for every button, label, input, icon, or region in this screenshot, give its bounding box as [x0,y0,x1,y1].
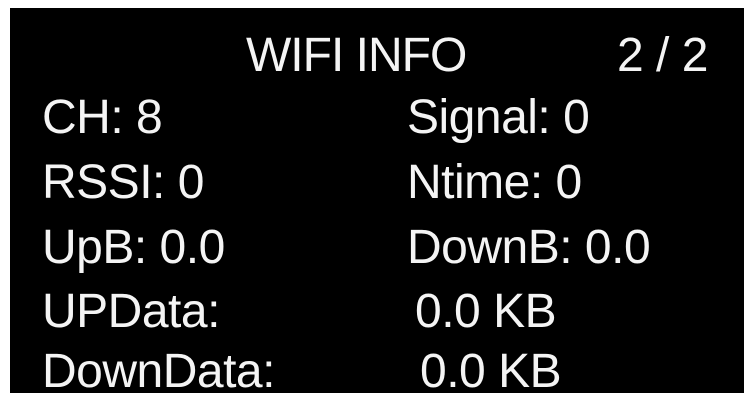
signal-readout: Signal: 0 [407,91,590,144]
screen-title: WIFI INFO [246,29,467,82]
wifi-info-screen: WIFI INFO 2 / 2 CH: 8 Signal: 0 RSSI: 0 … [10,8,744,393]
download-data-label: DownData: [42,345,275,393]
download-data-value: 0.0 KB [420,345,562,393]
ntime-readout: Ntime: 0 [407,156,582,209]
rssi-readout: RSSI: 0 [42,156,204,209]
channel-readout: CH: 8 [42,91,163,144]
upload-bandwidth-readout: UpB: 0.0 [42,221,225,274]
page-indicator: 2 / 2 [617,29,708,82]
device-frame: WIFI INFO 2 / 2 CH: 8 Signal: 0 RSSI: 0 … [0,0,753,400]
upload-data-value: 0.0 KB [415,285,557,338]
upload-data-label: UPData: [42,285,220,338]
download-bandwidth-readout: DownB: 0.0 [407,221,651,274]
